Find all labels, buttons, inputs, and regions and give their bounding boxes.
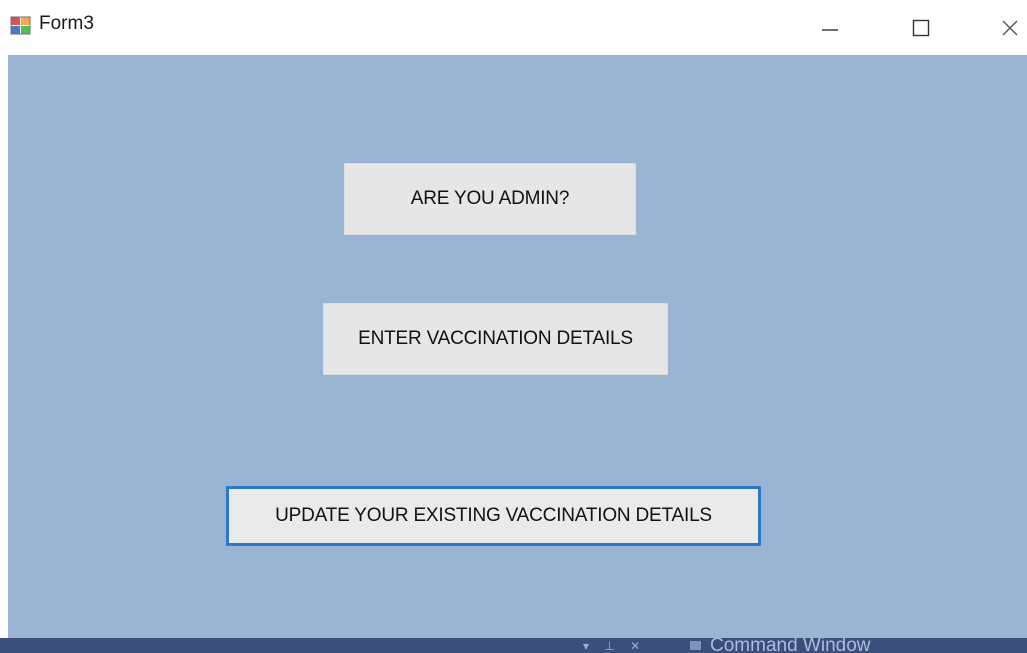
are-you-admin-button[interactable]: ARE YOU ADMIN? — [344, 163, 636, 235]
form3-window: Form3 ARE YOU ADMIN? ENTER VACCINATION D… — [0, 0, 1027, 653]
title-bar[interactable]: Form3 — [0, 0, 1027, 55]
maximize-icon — [911, 18, 931, 38]
minimize-button[interactable] — [806, 0, 854, 55]
winforms-app-icon — [10, 14, 32, 36]
close-icon — [1000, 18, 1020, 38]
update-vaccination-details-button[interactable]: UPDATE YOUR EXISTING VACCINATION DETAILS — [226, 486, 761, 546]
form-client-area: ARE YOU ADMIN? ENTER VACCINATION DETAILS… — [8, 55, 1027, 638]
minimize-icon — [820, 18, 840, 38]
command-window-tab[interactable]: Command Window — [710, 638, 871, 653]
panel-controls[interactable]: ▾ ⊥ ✕ — [583, 639, 646, 653]
close-button[interactable] — [986, 0, 1027, 55]
command-window-icon — [690, 641, 701, 650]
ide-taskbar-strip: ▾ ⊥ ✕ Command Window — [0, 638, 1027, 653]
enter-vaccination-details-button[interactable]: ENTER VACCINATION DETAILS — [323, 303, 668, 375]
maximize-button[interactable] — [897, 0, 945, 55]
window-title: Form3 — [39, 13, 94, 34]
